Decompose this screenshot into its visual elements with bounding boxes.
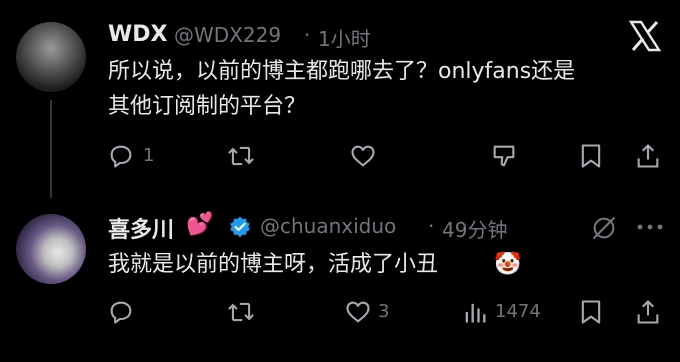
downvote-icon[interactable]: [490, 142, 518, 170]
reply-icon[interactable]: [107, 298, 135, 326]
view-count: 1474: [495, 301, 541, 322]
reply-count: 1: [143, 145, 155, 166]
avatar-chuanxiduo[interactable]: [16, 214, 86, 284]
share-icon[interactable]: [635, 142, 661, 170]
avatar-wdx[interactable]: [16, 22, 86, 92]
verified-badge-icon[interactable]: [228, 215, 252, 239]
tweet-text-line1: 所以说，以前的博主都跑哪去了？onlyfans还是: [108, 59, 576, 84]
thread-line: [50, 100, 52, 198]
like-icon[interactable]: [348, 142, 378, 170]
bookmark-icon[interactable]: [578, 142, 604, 170]
grok-icon[interactable]: [590, 214, 618, 242]
more-options-icon[interactable]: [636, 222, 664, 232]
reply-icon[interactable]: [107, 142, 135, 170]
like-count: 3: [378, 301, 390, 322]
timestamp[interactable]: 1小时: [318, 23, 371, 52]
separator-dot: ·: [428, 214, 435, 238]
share-icon[interactable]: [635, 298, 661, 326]
author-name[interactable]: WDX: [108, 22, 168, 47]
heart-emoji: 💕: [186, 212, 214, 237]
clown-emoji: 🤡: [494, 252, 522, 277]
views-icon[interactable]: [462, 298, 488, 326]
separator-dot: ·: [304, 23, 311, 47]
like-icon[interactable]: [343, 298, 373, 326]
author-handle[interactable]: @chuanxiduo: [260, 214, 396, 238]
retweet-icon[interactable]: [226, 298, 256, 326]
bookmark-icon[interactable]: [578, 298, 604, 326]
timestamp[interactable]: 49分钟: [442, 214, 507, 243]
author-handle[interactable]: @WDX229: [174, 23, 281, 47]
tweet-text: 我就是以前的博主呀，活成了小丑: [108, 252, 439, 277]
retweet-icon[interactable]: [226, 142, 256, 170]
x-logo-icon[interactable]: [628, 20, 662, 52]
tweet-text-line2: 其他订阅制的平台？: [108, 94, 307, 119]
author-name[interactable]: 喜多川: [108, 212, 174, 244]
